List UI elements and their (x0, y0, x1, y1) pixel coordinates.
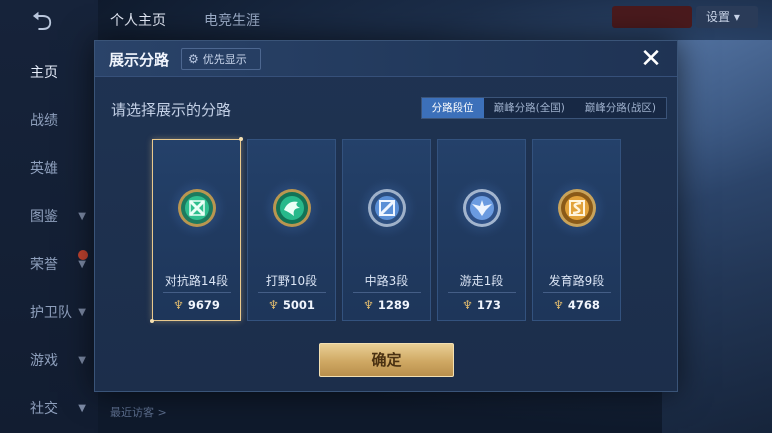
lane-card-label: 发育路9段 (548, 274, 605, 288)
lane-card-score: ♆ 9679 (173, 298, 220, 312)
lane-card-label: 对抗路14段 (164, 274, 229, 288)
lotus-icon: ♆ (553, 298, 564, 312)
farm-lane-emblem-icon (547, 178, 607, 238)
settings-dropdown[interactable]: 设置 ▾ (696, 6, 758, 28)
lane-card-roam[interactable]: 游走1段 ♆ 173 (437, 139, 526, 321)
lane-display-modal: 展示分路 ⚙ 优先显示 ✕ 请选择展示的分路 分路段位 巅峰分路(全国) 巅峰分… (94, 40, 678, 392)
modal-header: 展示分路 ⚙ 优先显示 ✕ (95, 41, 677, 77)
divider (543, 292, 611, 293)
sidebar-item-heroes[interactable]: 英雄 (0, 144, 98, 192)
lane-card-label: 打野10段 (265, 274, 318, 288)
lotus-icon: ♆ (363, 298, 374, 312)
sidebar-item-social[interactable]: 社交 ▼ (0, 384, 98, 432)
jungle-dragon-emblem-icon (262, 178, 322, 238)
modal-subtitle: 请选择展示的分路 (111, 101, 232, 119)
divider (258, 292, 326, 293)
recent-visitors[interactable]: 最近访客 > (110, 404, 167, 420)
tab-peak-lane-region[interactable]: 巅峰分路(战区) (575, 98, 666, 118)
clash-lane-emblem-icon (167, 178, 227, 238)
top-tabs: 个人主页 电竞生涯 (110, 10, 260, 30)
lane-card-label: 中路3段 (364, 274, 409, 288)
sidebar-item-games[interactable]: 游戏 ▼ (0, 336, 98, 384)
lotus-icon: ♆ (173, 298, 184, 312)
gear-icon: ⚙ (188, 52, 199, 66)
lane-card-clash[interactable]: 对抗路14段 ♆ 9679 (150, 137, 243, 323)
chevron-down-icon: ▾ (733, 10, 740, 24)
lane-card-score: ♆ 1289 (363, 298, 410, 312)
sidebar-item-home[interactable]: 主页 (0, 48, 98, 96)
lotus-icon: ♆ (268, 298, 279, 312)
tab-lane-rank[interactable]: 分路段位 (421, 98, 484, 118)
chevron-down-icon: ▼ (78, 306, 86, 318)
lane-card-farm[interactable]: 发育路9段 ♆ 4768 (532, 139, 621, 321)
divider (448, 292, 516, 293)
close-icon[interactable]: ✕ (637, 45, 665, 73)
tab-peak-lane-national[interactable]: 巅峰分路(全国) (484, 98, 575, 118)
divider (353, 292, 421, 293)
lane-card-jungle[interactable]: 打野10段 ♆ 5001 (247, 139, 336, 321)
chevron-down-icon: ▼ (78, 402, 86, 414)
divider (163, 292, 231, 293)
chevron-down-icon: ▼ (78, 258, 86, 270)
background-hero-art (662, 40, 772, 433)
profile-badge (612, 6, 692, 28)
confirm-button[interactable]: 确定 (319, 343, 454, 377)
priority-display-button[interactable]: ⚙ 优先显示 (181, 48, 261, 70)
sidebar-item-guard[interactable]: 护卫队 ▼ (0, 288, 98, 336)
lane-card-score: ♆ 173 (462, 298, 501, 312)
sidebar: ⮌ 主页 战绩 英雄 图鉴 ▼ 荣誉 ▼ 护卫队 ▼ 游戏 ▼ 社交 ▼ (0, 0, 98, 433)
modal-title: 展示分路 (109, 51, 170, 69)
lane-cards: 对抗路14段 ♆ 9679 打野10段 ♆ 5001 中路3段 ♆ 1289 游… (150, 137, 621, 323)
tab-esports-career[interactable]: 电竞生涯 (204, 10, 260, 30)
chevron-down-icon: ▼ (78, 210, 86, 222)
back-icon[interactable]: ⮌ (22, 8, 62, 36)
lane-card-score: ♆ 4768 (553, 298, 600, 312)
lotus-icon: ♆ (462, 298, 473, 312)
mid-lane-emblem-icon (357, 178, 417, 238)
game-screen: ⮌ 主页 战绩 英雄 图鉴 ▼ 荣誉 ▼ 护卫队 ▼ 游戏 ▼ 社交 ▼ 个人主页 电竞生… (0, 0, 772, 433)
sidebar-item-collection[interactable]: 图鉴 ▼ (0, 192, 98, 240)
lane-card-mid[interactable]: 中路3段 ♆ 1289 (342, 139, 431, 321)
sidebar-item-honor[interactable]: 荣誉 ▼ (0, 240, 98, 288)
lane-card-score: ♆ 5001 (268, 298, 315, 312)
lane-card-label: 游走1段 (459, 274, 504, 288)
lane-type-tabs: 分路段位 巅峰分路(全国) 巅峰分路(战区) (420, 97, 667, 119)
roam-wings-emblem-icon (452, 178, 512, 238)
tab-profile[interactable]: 个人主页 (110, 10, 166, 30)
sidebar-item-record[interactable]: 战绩 (0, 96, 98, 144)
chevron-down-icon: ▼ (78, 354, 86, 366)
